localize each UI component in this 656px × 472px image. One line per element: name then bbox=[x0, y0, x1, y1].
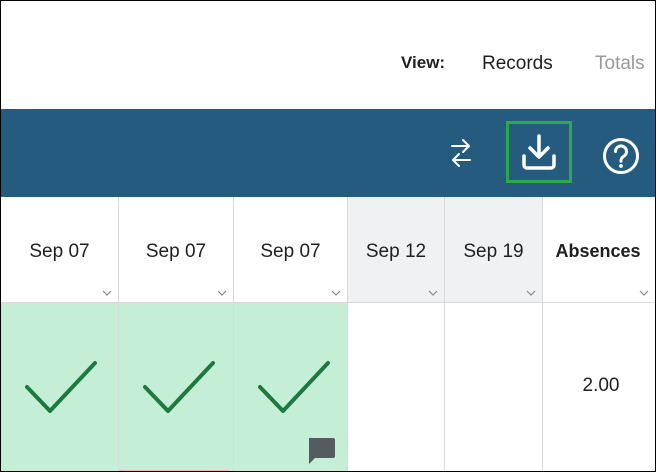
column-header[interactable]: Sep 12 bbox=[348, 197, 445, 303]
swap-columns-button[interactable] bbox=[441, 129, 481, 177]
download-icon bbox=[522, 134, 556, 170]
column-header-label: Sep 19 bbox=[463, 241, 524, 262]
absences-cell: 2.00 bbox=[543, 303, 655, 471]
swap-arrows-icon bbox=[451, 139, 471, 167]
column-header-label: Sep 07 bbox=[29, 241, 90, 262]
help-circle-icon bbox=[603, 138, 639, 174]
column-header[interactable]: Sep 07 bbox=[234, 197, 348, 303]
view-option-records[interactable]: Records bbox=[482, 53, 553, 75]
help-button[interactable] bbox=[598, 133, 644, 179]
column-header-label: Absences bbox=[555, 241, 641, 261]
gradebook-panel: View: Records Totals Sep 07 Sep 07 Sep 0… bbox=[0, 0, 656, 472]
comment-icon[interactable] bbox=[306, 435, 336, 465]
download-button[interactable] bbox=[506, 121, 572, 183]
attendance-cell[interactable] bbox=[119, 303, 234, 471]
grid-toolbar bbox=[1, 109, 655, 197]
chevron-down-icon[interactable] bbox=[428, 288, 438, 298]
column-header-label: Sep 12 bbox=[365, 241, 427, 262]
chevron-down-icon[interactable] bbox=[639, 288, 649, 298]
view-label: View: bbox=[401, 53, 446, 72]
attendance-cell-empty[interactable] bbox=[348, 303, 445, 471]
attendance-cell[interactable] bbox=[234, 303, 348, 471]
attendance-cell[interactable] bbox=[1, 303, 119, 471]
column-header-absences[interactable]: Absences bbox=[543, 197, 655, 303]
checkmark-icon bbox=[258, 361, 330, 413]
table-row: 2.00 bbox=[1, 303, 655, 471]
absences-value: 2.00 bbox=[582, 375, 620, 396]
chevron-down-icon[interactable] bbox=[217, 288, 227, 298]
column-header-label: Sep 07 bbox=[145, 241, 207, 262]
view-switcher: View: Records Totals bbox=[1, 51, 655, 79]
column-header-label: Sep 07 bbox=[260, 241, 321, 262]
grid-header-row: Sep 07 Sep 07 Sep 07 Sep 12 Sep 19 Absen… bbox=[1, 197, 655, 303]
column-header[interactable]: Sep 07 bbox=[119, 197, 234, 303]
column-header[interactable]: Sep 19 bbox=[445, 197, 543, 303]
attendance-cell-empty[interactable] bbox=[445, 303, 543, 471]
chevron-down-icon[interactable] bbox=[102, 288, 112, 298]
checkmark-icon bbox=[143, 361, 215, 413]
chevron-down-icon[interactable] bbox=[526, 288, 536, 298]
checkmark-icon bbox=[25, 361, 97, 413]
view-option-totals[interactable]: Totals bbox=[595, 53, 645, 75]
column-header[interactable]: Sep 07 bbox=[1, 197, 119, 303]
chevron-down-icon[interactable] bbox=[331, 288, 341, 298]
